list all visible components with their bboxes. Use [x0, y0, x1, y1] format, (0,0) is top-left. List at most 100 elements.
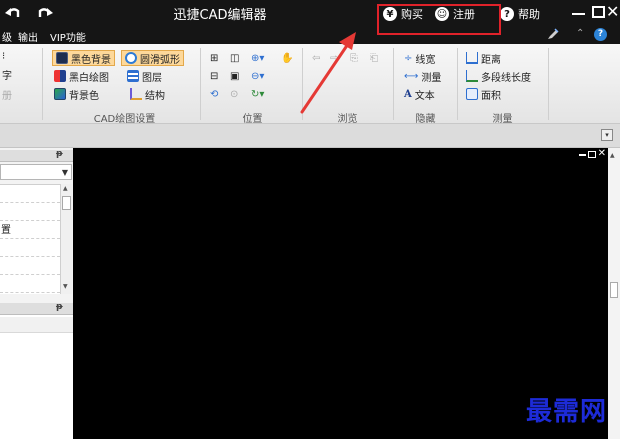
properties-panel: ᵽ: [0, 302, 73, 439]
background-color-icon: [54, 88, 66, 100]
zoom-previous-icon[interactable]: ⟲: [210, 86, 218, 102]
layer-dropdown[interactable]: ▼: [0, 164, 72, 180]
black-white-icon: [54, 70, 66, 82]
properties-row: [0, 317, 73, 333]
layer-icon: [127, 70, 139, 82]
group-label-position: 位置: [242, 114, 263, 125]
panel-header: ᵽ: [0, 149, 73, 162]
area-label: 面积: [481, 90, 501, 102]
ribbon-separator: [42, 48, 43, 120]
background-color-button[interactable]: 背景色: [54, 86, 99, 102]
menu-help-icon[interactable]: ?: [594, 28, 607, 41]
browse-copy-icon[interactable]: ⎗: [370, 50, 378, 66]
group-label-browse: 浏览: [337, 114, 358, 125]
zoom-extents-icon[interactable]: ⊟: [210, 68, 218, 84]
zoom-all-icon[interactable]: ▣: [230, 68, 239, 84]
group-label-hide: 隐藏: [415, 114, 436, 125]
structure-button[interactable]: 结构: [130, 86, 165, 102]
watermark: 最需网: [526, 397, 608, 427]
text-toggle-button[interactable]: A 文本: [404, 86, 435, 102]
ribbon-footer-strip: ▾: [0, 124, 620, 148]
chevron-down-icon: ▼: [61, 168, 68, 177]
help-label: 帮助: [518, 8, 540, 21]
smooth-arc-icon: [125, 52, 137, 64]
right-scrollbar[interactable]: ▲: [608, 148, 620, 439]
layer-button[interactable]: 图层: [127, 68, 162, 84]
list-scrollbar[interactable]: ▲ ▼: [60, 184, 72, 294]
ribbon-separator: [548, 48, 549, 120]
scroll-thumb[interactable]: [610, 282, 618, 298]
highlight-box: [377, 4, 501, 35]
zoom-window-icon[interactable]: ⊞: [210, 50, 218, 66]
group-label-measure: 测量: [492, 114, 513, 125]
close-button[interactable]: ✕: [606, 2, 620, 22]
black-white-label: 黑白绘图: [69, 72, 109, 84]
line-width-label: 线宽: [415, 54, 436, 66]
pin-icon[interactable]: ᵽ: [56, 302, 63, 312]
ribbon-collapse-icon[interactable]: ⌃: [576, 28, 584, 39]
list-item[interactable]: [0, 185, 60, 203]
canvas-restore-button[interactable]: [588, 151, 596, 158]
pen-icon[interactable]: [547, 28, 559, 40]
canvas-minimize-button[interactable]: [579, 154, 586, 156]
text-toggle-label: 文本: [414, 90, 435, 102]
expand-icon[interactable]: ▾: [601, 129, 613, 141]
zoom-realtime-icon[interactable]: ⊙: [230, 86, 238, 102]
ribbon-partial-label: ⁝: [2, 50, 6, 62]
browse-page-icon[interactable]: ⎘: [350, 50, 358, 66]
minimize-button[interactable]: [572, 13, 585, 15]
list-item[interactable]: [0, 275, 60, 293]
ribbon-separator: [457, 48, 458, 120]
undo-icon[interactable]: [4, 4, 22, 22]
black-background-button[interactable]: 黑色背景: [52, 50, 115, 66]
list-item[interactable]: [0, 257, 60, 275]
list-item[interactable]: [0, 203, 60, 221]
pan-hand-icon[interactable]: ✋: [281, 50, 293, 66]
redo-icon[interactable]: [36, 4, 54, 22]
smooth-arc-button[interactable]: 圆滑弧形: [121, 50, 184, 66]
pin-icon[interactable]: ᵽ: [56, 149, 63, 159]
polyline-length-button[interactable]: 多段线长度: [466, 68, 531, 84]
text-icon: A: [404, 88, 412, 100]
group-label-cad-settings: CAD绘图设置: [93, 114, 156, 125]
browse-back-icon[interactable]: ⇦: [312, 50, 320, 66]
zoom-box-icon[interactable]: ◫: [230, 50, 239, 66]
black-white-drawing-button[interactable]: 黑白绘图: [54, 68, 109, 84]
distance-button[interactable]: 距离: [466, 50, 501, 66]
measure-toggle-button[interactable]: ⟷ 测量: [404, 68, 441, 84]
polyline-length-label: 多段线长度: [481, 72, 531, 84]
scroll-up-icon[interactable]: ▲: [610, 152, 615, 159]
menu-item-partial[interactable]: 级: [2, 29, 12, 44]
measure-toggle-label: 测量: [421, 72, 442, 84]
rotate-icon[interactable]: ↻▾: [251, 86, 264, 102]
ribbon-partial-text[interactable]: 字: [2, 66, 12, 82]
menu-item-vip[interactable]: VIP功能: [50, 29, 86, 44]
background-color-label: 背景色: [69, 90, 99, 102]
ribbon-partial-text-2[interactable]: 册: [2, 86, 12, 102]
zoom-in-icon[interactable]: ⊕▾: [251, 50, 264, 66]
area-button[interactable]: 面积: [466, 86, 501, 102]
title-bar: 迅捷CAD编辑器 ¥ 购买 ☺ 注册 ? 帮助 ✕: [0, 0, 620, 26]
zoom-out-icon[interactable]: ⊖▾: [251, 68, 264, 84]
scroll-thumb[interactable]: [62, 196, 71, 210]
scroll-up-icon[interactable]: ▲: [63, 185, 68, 192]
left-panel: ᵽ ▼ 置 ▲ ▼ ᵽ: [0, 148, 73, 439]
maximize-button[interactable]: [592, 6, 605, 18]
menu-item-export[interactable]: 输出: [18, 29, 38, 44]
layer-list[interactable]: 置: [0, 184, 60, 294]
ribbon-separator: [393, 48, 394, 120]
list-item[interactable]: 置: [0, 221, 60, 239]
distance-icon: [466, 52, 478, 64]
panel-header: ᵽ: [0, 302, 73, 315]
polyline-length-icon: [466, 70, 478, 82]
canvas-close-button[interactable]: ✕: [598, 148, 606, 159]
scroll-down-icon[interactable]: ▼: [63, 283, 68, 290]
line-width-button[interactable]: ÷ 线宽: [404, 50, 435, 66]
measure-ruler-icon: ⟷: [404, 70, 419, 82]
browse-forward-icon[interactable]: ⇨: [330, 50, 338, 66]
ribbon: ⁝ 字 册 黑色背景 圆滑弧形 黑白绘图 图层 背景色 结构 CAD绘图设置 ⊞…: [0, 44, 620, 125]
menu-bar: 级 输出 VIP功能 ⌃ ?: [0, 26, 620, 44]
help-button[interactable]: ? 帮助: [500, 5, 540, 23]
ribbon-separator: [302, 48, 303, 120]
list-item[interactable]: [0, 239, 60, 257]
